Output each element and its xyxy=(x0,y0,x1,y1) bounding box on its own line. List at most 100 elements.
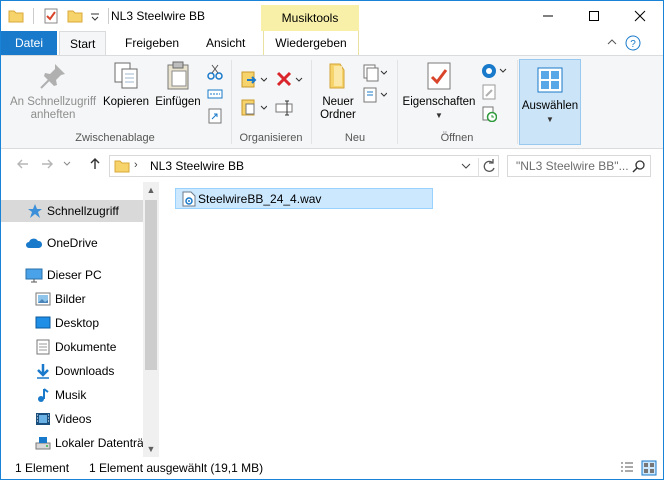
back-arrow-icon xyxy=(17,159,28,169)
tab-ansicht[interactable]: Ansicht xyxy=(196,31,255,55)
copy-path-icon[interactable] xyxy=(207,86,223,102)
new-group-label: Neu xyxy=(344,132,366,144)
breadcrumb[interactable]: NL3 Steelwire BB xyxy=(150,159,244,173)
drive-icon xyxy=(35,435,51,451)
paste-button[interactable]: Einfügen xyxy=(151,60,205,109)
folder-icon xyxy=(114,158,130,177)
sidebar-item-bilder[interactable]: Bilder xyxy=(1,288,143,310)
paste-shortcut-icon[interactable] xyxy=(207,108,223,124)
edit-icon[interactable] xyxy=(481,84,497,100)
properties-button[interactable]: Eigenschaften ▼ xyxy=(401,60,477,122)
search-icon[interactable] xyxy=(632,159,646,176)
sidebar-item-musik[interactable]: Musik xyxy=(1,384,143,406)
minimize-ribbon-chevron-icon[interactable] xyxy=(605,35,619,52)
navigation-scrollbar[interactable]: ▲ ▼ xyxy=(143,182,159,457)
sidebar-item-dokumente[interactable]: Dokumente xyxy=(1,336,143,358)
recent-locations-button[interactable] xyxy=(61,156,73,176)
delete-icon[interactable] xyxy=(275,70,303,90)
sidebar-item-label: Downloads xyxy=(55,364,115,378)
navigation-pane: Schnellzugriff OneDrive Dieser PC Bilder… xyxy=(1,182,159,457)
new-folder-label-line1: Neuer xyxy=(322,96,354,108)
clipboard-group: An Schnellzugriff anheften Kopieren Einf… xyxy=(1,56,229,148)
tab-freigeben[interactable]: Freigeben xyxy=(115,31,189,55)
new-folder-icon[interactable] xyxy=(66,7,84,25)
new-folder-icon xyxy=(322,60,354,92)
video-icon xyxy=(35,411,51,427)
list-item[interactable]: SteelwireBB_24_4.wav xyxy=(175,188,433,209)
breadcrumb-separator-icon[interactable]: › xyxy=(134,159,138,171)
pin-label-line2: anheften xyxy=(30,109,76,121)
minimize-button[interactable] xyxy=(525,1,571,31)
new-folder-button[interactable]: Neuer Ordner xyxy=(315,60,361,122)
tab-datei[interactable]: Datei xyxy=(1,31,57,55)
rename-icon[interactable] xyxy=(275,98,295,118)
move-to-icon[interactable] xyxy=(241,70,268,90)
sidebar-item-lokaler-datentraeger[interactable]: Lokaler Datenträ xyxy=(1,432,144,454)
context-tab-group-label: Musiktools xyxy=(261,5,359,31)
computer-icon xyxy=(25,267,43,283)
cut-icon[interactable] xyxy=(207,64,223,80)
selection-info: 1 Element ausgewählt (19,1 MB) xyxy=(89,461,264,475)
select-button[interactable]: Auswählen ▼ xyxy=(519,59,581,145)
audio-file-icon xyxy=(182,191,196,207)
desktop-icon xyxy=(35,315,51,331)
sidebar-item-downloads[interactable]: Downloads xyxy=(1,360,143,382)
sidebar-item-onedrive[interactable]: OneDrive xyxy=(1,232,143,254)
tab-start[interactable]: Start xyxy=(59,31,107,56)
music-icon xyxy=(35,387,51,403)
help-icon[interactable]: ? xyxy=(625,35,641,54)
history-icon[interactable] xyxy=(481,106,498,123)
file-name: SteelwireBB_24_4.wav xyxy=(198,192,322,206)
sidebar-item-label: Musik xyxy=(55,388,87,402)
select-all-icon xyxy=(534,64,566,96)
search-input[interactable]: "NL3 Steelwire BB"... xyxy=(507,155,651,177)
easy-access-icon[interactable] xyxy=(363,86,388,104)
refresh-icon[interactable] xyxy=(478,158,497,177)
maximize-button[interactable] xyxy=(571,1,617,31)
large-icons-view-icon[interactable] xyxy=(641,460,657,476)
address-bar[interactable]: › NL3 Steelwire BB xyxy=(109,155,499,177)
open-icon[interactable] xyxy=(481,62,507,80)
close-icon xyxy=(634,10,646,22)
sidebar-item-dieser-pc[interactable]: Dieser PC xyxy=(1,264,143,286)
search-placeholder: "NL3 Steelwire BB"... xyxy=(516,159,629,173)
sidebar-item-videos[interactable]: Videos xyxy=(1,408,143,430)
window-title: NL3 Steelwire BB xyxy=(111,9,206,23)
forward-arrow-icon xyxy=(42,159,53,169)
cloud-icon xyxy=(25,235,43,251)
sidebar-item-schnellzugriff[interactable]: Schnellzugriff xyxy=(1,200,143,222)
copy-button[interactable]: Kopieren xyxy=(101,60,151,109)
tab-wiedergeben[interactable]: Wiedergeben xyxy=(263,31,359,55)
scroll-down-icon[interactable]: ▼ xyxy=(143,441,159,457)
pin-to-quick-access-button[interactable]: An Schnellzugriff anheften xyxy=(7,60,99,122)
scroll-up-icon[interactable]: ▲ xyxy=(143,182,159,198)
chevron-down-icon[interactable] xyxy=(460,159,472,176)
sidebar-item-label: Lokaler Datenträ xyxy=(55,436,144,450)
properties-icon[interactable] xyxy=(42,7,60,25)
back-button[interactable] xyxy=(13,156,33,176)
quick-access-toolbar xyxy=(7,7,117,25)
title-bar: NL3 Steelwire BB Musiktools xyxy=(1,1,663,31)
organize-group: Organisieren xyxy=(233,56,309,148)
sidebar-item-desktop[interactable]: Desktop xyxy=(1,312,143,334)
toolbar-divider xyxy=(108,8,109,24)
group-divider xyxy=(517,60,518,144)
chevron-down-icon[interactable]: ▼ xyxy=(401,109,477,122)
scrollbar-thumb[interactable] xyxy=(145,200,157,370)
select-label: Auswählen xyxy=(521,100,579,112)
ribbon: An Schnellzugriff anheften Kopieren Einf… xyxy=(1,55,663,149)
up-button[interactable] xyxy=(85,156,105,176)
up-arrow-icon xyxy=(90,158,100,169)
sidebar-item-label: Desktop xyxy=(55,316,100,330)
details-view-icon[interactable] xyxy=(619,460,635,476)
forward-button[interactable] xyxy=(37,156,57,176)
organize-group-label: Organisieren xyxy=(239,132,303,144)
close-button[interactable] xyxy=(617,1,663,31)
copy-to-icon[interactable] xyxy=(241,98,268,118)
open-group-label: Öffnen xyxy=(440,132,474,144)
open-group: Eigenschaften ▼ Öffnen xyxy=(399,56,515,148)
customize-toolbar-chevron-icon[interactable] xyxy=(90,7,100,25)
clipboard-group-label: Zwischenablage xyxy=(75,132,155,144)
download-icon xyxy=(35,363,51,379)
new-item-icon[interactable] xyxy=(363,64,388,82)
